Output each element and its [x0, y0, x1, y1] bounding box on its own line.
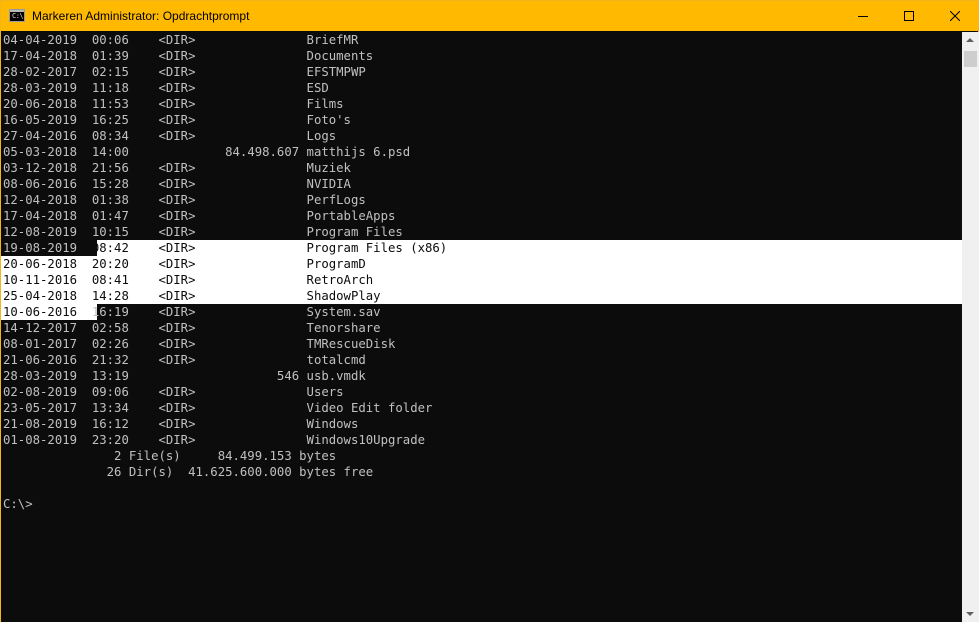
scroll-up-arrow-icon [966, 38, 974, 42]
close-icon [950, 11, 960, 21]
row-date: 20-06-2018 [3, 97, 92, 111]
row-details: 01:39 <DIR> Documents [91, 49, 374, 63]
row-date: 21-08-2019 [3, 417, 92, 431]
row-date: 19-08-2019 [3, 241, 92, 255]
minimize-icon [858, 16, 868, 17]
maximize-icon [904, 11, 914, 21]
dir-listing-row: 10-11-2016 08:41 <DIR> RetroArch [3, 272, 373, 288]
row-details: 20:20 <DIR> ProgramD [91, 257, 366, 271]
row-date: 10-06-2016 [3, 305, 92, 319]
row-date: 10-11-2016 [3, 273, 92, 287]
row-details: 23:20 <DIR> Windows10Upgrade [91, 433, 425, 447]
row-date: 03-12-2018 [3, 161, 92, 175]
dir-listing-row: 16-05-2019 16:25 <DIR> Foto's [3, 112, 351, 128]
minimize-button[interactable] [840, 1, 886, 31]
dir-listing-row: 01-08-2019 23:20 <DIR> Windows10Upgrade [3, 432, 425, 448]
row-details: 01:38 <DIR> PerfLogs [91, 193, 366, 207]
command-prompt-window: C:\ Markeren Administrator: Opdrachtprom… [0, 0, 979, 622]
row-date: 28-03-2019 [3, 81, 92, 95]
dir-listing-row: 28-03-2019 11:18 <DIR> ESD [3, 80, 329, 96]
dir-listing-row: 08-06-2016 15:28 <DIR> NVIDIA [3, 176, 351, 192]
dir-listing-row: 28-02-2017 02:15 <DIR> EFSTMPWP [3, 64, 366, 80]
row-date: 16-05-2019 [3, 113, 92, 127]
row-details: 13:34 <DIR> Video Edit folder [91, 401, 433, 415]
row-date: 28-03-2019 [3, 369, 92, 383]
row-details: 02:26 <DIR> TMRescueDisk [91, 337, 396, 351]
row-details: 11:53 <DIR> Films [91, 97, 344, 111]
row-details: 21:56 <DIR> Muziek [91, 161, 351, 175]
cmd-icon-label: C:\ [12, 12, 24, 20]
row-date: 12-08-2019 [3, 225, 92, 239]
row-date: 01-08-2019 [3, 433, 92, 447]
dir-listing-row: 03-12-2018 21:56 <DIR> Muziek [3, 160, 351, 176]
row-date: 21-06-2016 [3, 353, 92, 367]
row-date: 23-05-2017 [3, 401, 92, 415]
dir-listing-row: 27-04-2016 08:34 <DIR> Logs [3, 128, 336, 144]
row-details: 14:28 <DIR> ShadowPlay [91, 289, 381, 303]
row-date: 28-02-2017 [3, 65, 92, 79]
row-details: 13:19 546 usb.vmdk [91, 369, 366, 383]
console-output[interactable]: 04-04-2019 00:06 <DIR> BriefMR 17-04-2018… [1, 32, 962, 622]
dirs-summary-line: 26 Dir(s) 41.625.600.000 bytes free [3, 465, 374, 479]
row-details: 09:06 <DIR> Users [91, 385, 344, 399]
row-details: 16:19 <DIR> System.sav [91, 305, 381, 319]
dir-listing-row: 21-06-2016 21:32 <DIR> totalcmd [3, 352, 366, 368]
dir-listing-row: 28-03-2019 13:19 546 usb.vmdk [3, 368, 366, 384]
row-details: 11:18 <DIR> ESD [91, 81, 329, 95]
files-summary-line: 2 File(s) 84.499.153 bytes [3, 449, 337, 463]
row-details: 15:28 <DIR> NVIDIA [91, 177, 351, 191]
row-details: 08:42 <DIR> Program Files (x86) [91, 241, 448, 255]
row-details: 21:32 <DIR> totalcmd [91, 353, 366, 367]
dir-listing-row: 17-04-2018 01:47 <DIR> PortableApps [3, 208, 395, 224]
row-date: 20-06-2018 [3, 257, 92, 271]
scroll-thumb[interactable] [964, 51, 977, 67]
row-date: 25-04-2018 [3, 289, 92, 303]
title-bar[interactable]: C:\ Markeren Administrator: Opdrachtprom… [1, 1, 978, 31]
dir-listing-row: 04-04-2019 00:06 <DIR> BriefMR [3, 32, 358, 48]
dir-listing-row: 21-08-2019 16:12 <DIR> Windows [3, 416, 358, 432]
maximize-button[interactable] [886, 1, 932, 31]
row-details: 02:15 <DIR> EFSTMPWP [91, 65, 366, 79]
cmd-app-icon[interactable]: C:\ [9, 9, 25, 22]
row-date: 17-04-2018 [3, 209, 92, 223]
scroll-up-button[interactable] [962, 32, 979, 49]
row-details: 16:12 <DIR> Windows [91, 417, 359, 431]
scroll-down-button[interactable] [962, 605, 979, 622]
dir-listing-row: 19-08-2019 08:42 <DIR> Program Files (x8… [3, 240, 447, 256]
row-date: 08-06-2016 [3, 177, 92, 191]
row-details: 14:00 84.498.607 matthijs 6.psd [91, 145, 411, 159]
dir-listing-row: 12-04-2018 01:38 <DIR> PerfLogs [3, 192, 366, 208]
dir-listing-row: 05-03-2018 14:00 84.498.607 matthijs 6.p… [3, 144, 410, 160]
row-date: 08-01-2017 [3, 337, 92, 351]
row-date: 02-08-2019 [3, 385, 92, 399]
row-details: 08:34 <DIR> Logs [91, 129, 337, 143]
row-date: 17-04-2018 [3, 49, 92, 63]
dir-listing-row: 10-06-2016 16:19 <DIR> System.sav [3, 304, 381, 320]
dir-listing-row: 20-06-2018 20:20 <DIR> ProgramD [3, 256, 366, 272]
row-details: 16:25 <DIR> Foto's [91, 113, 351, 127]
dir-listing-row: 17-04-2018 01:39 <DIR> Documents [3, 48, 373, 64]
vertical-scrollbar[interactable] [962, 32, 979, 622]
row-details: 00:06 <DIR> BriefMR [91, 33, 359, 47]
row-details: 08:41 <DIR> RetroArch [91, 273, 374, 287]
row-date: 12-04-2018 [3, 193, 92, 207]
row-date: 04-04-2019 [3, 33, 92, 47]
row-date: 14-12-2017 [3, 321, 92, 335]
row-details: 01:47 <DIR> PortableApps [91, 209, 396, 223]
window-title: Markeren Administrator: Opdrachtprompt [32, 9, 250, 23]
command-prompt-line[interactable]: C:\> [3, 496, 33, 512]
dir-listing-row: 23-05-2017 13:34 <DIR> Video Edit folder [3, 400, 432, 416]
row-date: 27-04-2016 [3, 129, 92, 143]
scroll-down-arrow-icon [966, 612, 974, 616]
dir-listing-row: 12-08-2019 10:15 <DIR> Program Files [3, 224, 403, 240]
dir-listing-row: 25-04-2018 14:28 <DIR> ShadowPlay [3, 288, 381, 304]
row-details: 02:58 <DIR> Tenorshare [91, 321, 381, 335]
dir-listing-row: 02-08-2019 09:06 <DIR> Users [3, 384, 344, 400]
dir-listing-row: 14-12-2017 02:58 <DIR> Tenorshare [3, 320, 381, 336]
dir-listing-row: 08-01-2017 02:26 <DIR> TMRescueDisk [3, 336, 395, 352]
row-date: 05-03-2018 [3, 145, 92, 159]
row-details: 10:15 <DIR> Program Files [91, 225, 403, 239]
dir-listing-row: 20-06-2018 11:53 <DIR> Films [3, 96, 344, 112]
close-button[interactable] [932, 1, 978, 31]
